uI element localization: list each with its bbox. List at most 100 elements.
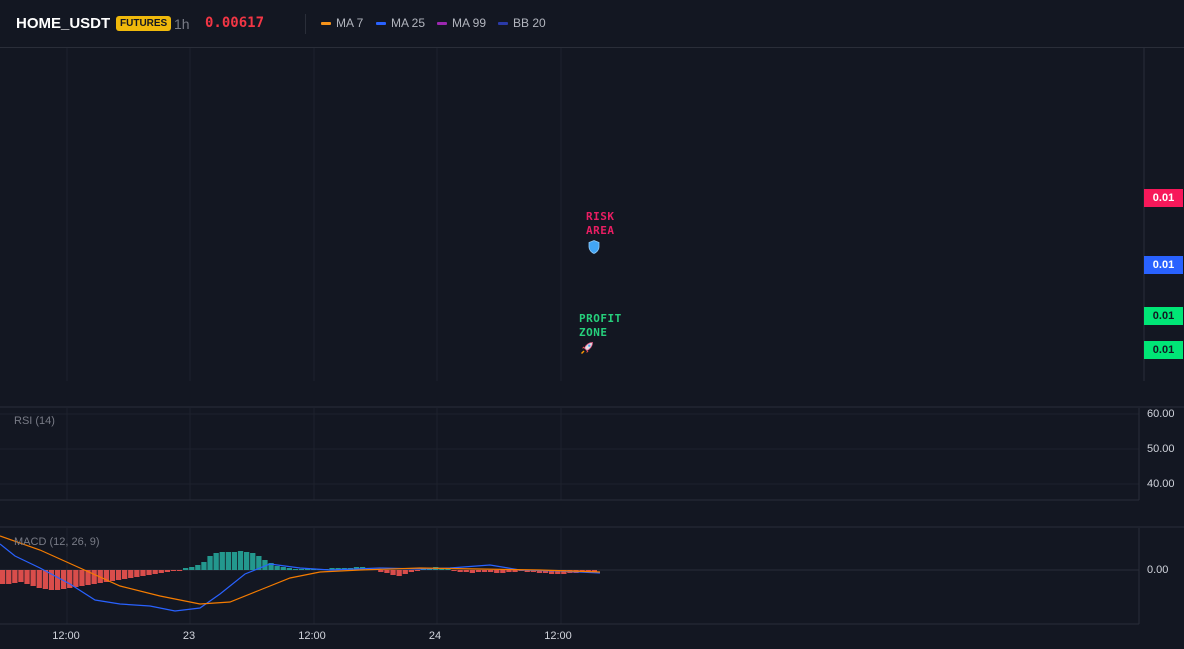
macd-histogram-bar — [274, 566, 280, 570]
macd-histogram-bar — [396, 570, 402, 576]
rocket-icon — [581, 342, 593, 354]
target1-price-tag: 0.01 — [1144, 307, 1183, 325]
macd-histogram-bar — [280, 567, 286, 570]
macd-histogram-bar — [109, 570, 116, 581]
rsi-tick: 50.00 — [1147, 443, 1175, 455]
entry-price-tag: 0.01 — [1144, 256, 1183, 274]
macd-histogram-bar — [24, 570, 30, 584]
macd-histogram-bar — [115, 570, 122, 580]
time-tick: 12:00 — [298, 630, 326, 642]
macd-chart — [0, 528, 1140, 625]
target2-price-tag: 0.01 — [1144, 341, 1183, 359]
macd-histogram-bar — [213, 553, 219, 570]
legend-swatch — [321, 21, 331, 25]
macd-histogram-bar — [189, 567, 195, 570]
macd-histogram-bar — [122, 570, 128, 579]
macd-histogram-bar — [378, 570, 384, 572]
macd-histogram-bar — [195, 565, 201, 570]
time-tick: 12:00 — [544, 630, 572, 642]
macd-histogram-bar — [402, 570, 408, 574]
macd-histogram-bar — [73, 570, 79, 587]
macd-histogram-bar — [225, 552, 231, 570]
macd-histogram-bar — [475, 570, 482, 572]
futures-badge: FUTURES — [116, 16, 172, 31]
risk-line2: AREA — [586, 224, 615, 237]
profit-line2: ZONE — [579, 326, 608, 339]
legend-label: MA 99 — [452, 16, 487, 30]
macd-histogram-bar — [6, 570, 12, 584]
profit-zone-label: PROFIT ZONE — [579, 312, 622, 340]
macd-histogram-bar — [469, 570, 475, 573]
legend-swatch — [498, 21, 508, 25]
time-tick: 24 — [428, 630, 442, 642]
macd-histogram-bar — [292, 569, 299, 570]
macd-histogram-bar — [500, 570, 506, 573]
macd-histogram-bar — [146, 570, 152, 575]
macd-histogram-bar — [244, 552, 250, 570]
profit-line1: PROFIT — [579, 312, 622, 325]
macd-histogram-bar — [463, 570, 469, 572]
macd-histogram-bar — [152, 570, 158, 574]
macd-histogram-bar — [408, 570, 414, 572]
macd-histogram-bar — [445, 569, 451, 570]
macd-zero-tick: 0.00 — [1147, 564, 1169, 576]
header-divider — [305, 14, 306, 34]
macd-histogram-bar — [207, 556, 213, 570]
macd-histogram-bar — [219, 552, 225, 570]
macd-histogram-bar — [298, 569, 305, 570]
macd-histogram-bar — [231, 552, 238, 570]
macd-histogram-bar — [30, 570, 36, 586]
macd-histogram-bar — [286, 568, 292, 570]
macd-histogram-bar — [140, 570, 146, 576]
risk-line1: RISK — [586, 210, 615, 223]
macd-histogram-bar — [250, 553, 256, 570]
legend-label: MA 7 — [336, 16, 364, 30]
legend-ma99[interactable]: MA 99 — [437, 16, 486, 30]
last-price: 0.00617 — [205, 15, 265, 31]
macd-histogram-bar — [457, 570, 463, 572]
legend-bb20[interactable]: BB 20 — [498, 16, 546, 30]
shield-icon — [588, 240, 600, 254]
rsi-title: RSI (14) — [14, 415, 55, 427]
time-tick: 23 — [182, 630, 196, 642]
price-pane[interactable]: 0.01 0.01 0.01 0.01 RISK AREA PROFIT ZON… — [0, 48, 1184, 408]
macd-histogram-bar — [176, 570, 183, 571]
macd-histogram-bar — [170, 570, 177, 571]
macd-histogram-bar — [414, 570, 421, 571]
macd-histogram-bar — [42, 570, 48, 589]
legend-ma7[interactable]: MA 7 — [321, 16, 363, 30]
macd-histogram-bar — [164, 570, 170, 572]
rsi-grid — [0, 408, 1184, 528]
rsi-pane[interactable]: RSI (14) 60.00 50.00 40.00 — [0, 408, 1184, 528]
macd-histogram-bar — [183, 568, 189, 570]
symbol-name[interactable]: HOME_USDT — [16, 15, 110, 32]
risk-area-label: RISK AREA — [586, 210, 615, 238]
rsi-tick: 60.00 — [1147, 408, 1175, 420]
macd-pane[interactable]: MACD (12, 26, 9) 0.00 — [0, 528, 1184, 628]
rsi-tick: 40.00 — [1147, 478, 1175, 490]
macd-histogram-bar — [390, 570, 396, 575]
macd-histogram-bar — [128, 570, 134, 578]
macd-histogram-bar — [488, 570, 494, 572]
macd-histogram-bar — [91, 570, 97, 584]
macd-histogram-bar — [506, 570, 512, 572]
macd-histogram-bar — [481, 570, 488, 572]
legend-swatch — [437, 21, 447, 25]
macd-histogram-bar — [512, 570, 518, 572]
macd-histogram-bar — [494, 570, 500, 573]
macd-histogram-bar — [134, 570, 140, 577]
macd-histogram-bar — [237, 551, 244, 570]
macd-histogram-bar — [36, 570, 42, 588]
macd-histogram-bar — [384, 570, 390, 573]
macd-histogram-bar — [158, 570, 164, 573]
legend-ma25[interactable]: MA 25 — [376, 16, 425, 30]
time-tick: 12:00 — [52, 630, 80, 642]
macd-histogram-bar — [54, 570, 61, 590]
macd-histogram-bar — [0, 570, 6, 584]
legend-swatch — [376, 21, 386, 25]
macd-title: MACD (12, 26, 9) — [14, 536, 100, 548]
macd-histogram-bar — [12, 570, 18, 583]
macd-histogram-bar — [79, 570, 85, 586]
interval-selector[interactable]: 1h — [174, 16, 190, 32]
legend-label: BB 20 — [513, 16, 546, 30]
